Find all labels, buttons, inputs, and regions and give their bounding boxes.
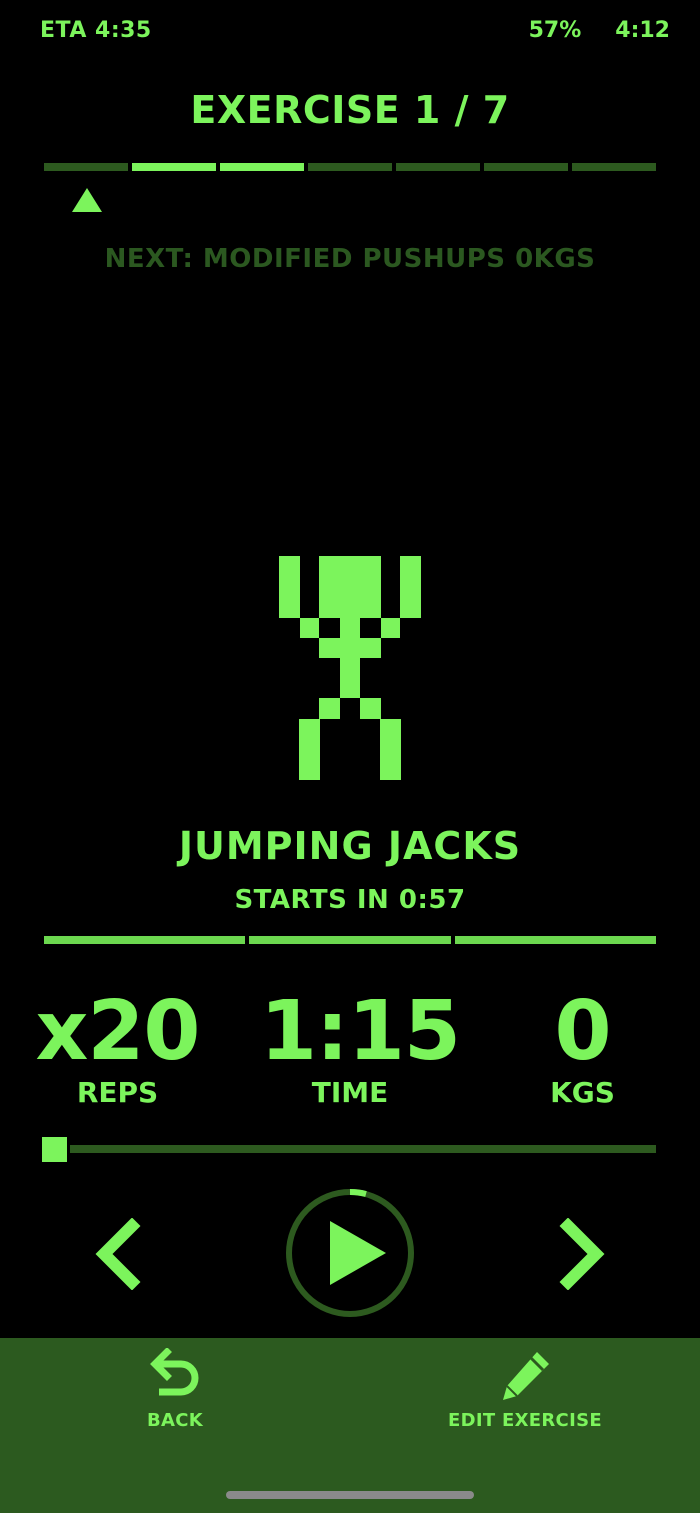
reps-value: x20 (35, 984, 200, 1079)
next-exercise-button[interactable] (556, 1217, 608, 1291)
edit-exercise-button[interactable]: EDIT EXERCISE (440, 1348, 610, 1431)
exercise-progress-segment (44, 163, 128, 171)
current-exercise-marker-icon (72, 188, 102, 212)
exercise-progress-segment (220, 163, 304, 171)
exercise-progress-segment (572, 163, 656, 171)
set-progress-segment (249, 936, 451, 944)
chevron-left-icon (95, 1217, 141, 1291)
page-title: EXERCISE 1 / 7 (190, 88, 510, 132)
jumping-jacks-figure-icon (279, 556, 421, 780)
exercise-progress (44, 163, 656, 171)
exercise-progress-segment (132, 163, 216, 171)
kgs-label: KGS (550, 1076, 615, 1109)
status-right: 57% 4:12 (529, 18, 670, 43)
exercise-name: JUMPING JACKS (178, 824, 522, 868)
set-progress (44, 936, 656, 944)
exercise-progress-segment (308, 163, 392, 171)
set-progress-segment (44, 936, 246, 944)
reps-stat: x20 REPS (30, 984, 205, 1110)
next-exercise-label: NEXT: MODIFIED PUSHUPS 0KGS (104, 244, 596, 274)
workout-progress-track[interactable] (70, 1145, 656, 1153)
play-button[interactable] (284, 1187, 416, 1319)
kgs-value: 0 (554, 984, 611, 1079)
workout-progress-slider[interactable] (42, 1137, 656, 1163)
back-button[interactable]: BACK (130, 1348, 220, 1431)
time-stat: 1:15 TIME (260, 984, 461, 1110)
time-value: 1:15 (260, 984, 461, 1079)
edit-exercise-label: EDIT EXERCISE (448, 1410, 602, 1431)
workout-progress-handle[interactable] (42, 1137, 67, 1162)
pencil-icon (503, 1352, 549, 1400)
exercise-progress-segment (396, 163, 480, 171)
reps-label: REPS (76, 1076, 159, 1109)
previous-exercise-button[interactable] (92, 1217, 144, 1291)
home-indicator[interactable] (226, 1491, 474, 1499)
set-progress-segment (454, 936, 656, 944)
undo-arrow-icon (150, 1348, 199, 1396)
back-label: BACK (146, 1410, 203, 1431)
chevron-right-icon (559, 1217, 605, 1291)
play-icon (286, 1188, 414, 1317)
eta-label: ETA 4:35 (40, 18, 152, 43)
kgs-stat: 0 KGS (500, 984, 665, 1110)
bottom-toolbar: BACK EDIT EXERCISE (0, 1338, 700, 1513)
clock: 4:12 (615, 18, 670, 43)
exercise-progress-segment (484, 163, 568, 171)
battery-percentage: 57% (528, 18, 582, 43)
time-label: TIME (311, 1076, 389, 1109)
countdown-label: STARTS IN 0:57 (234, 885, 466, 915)
